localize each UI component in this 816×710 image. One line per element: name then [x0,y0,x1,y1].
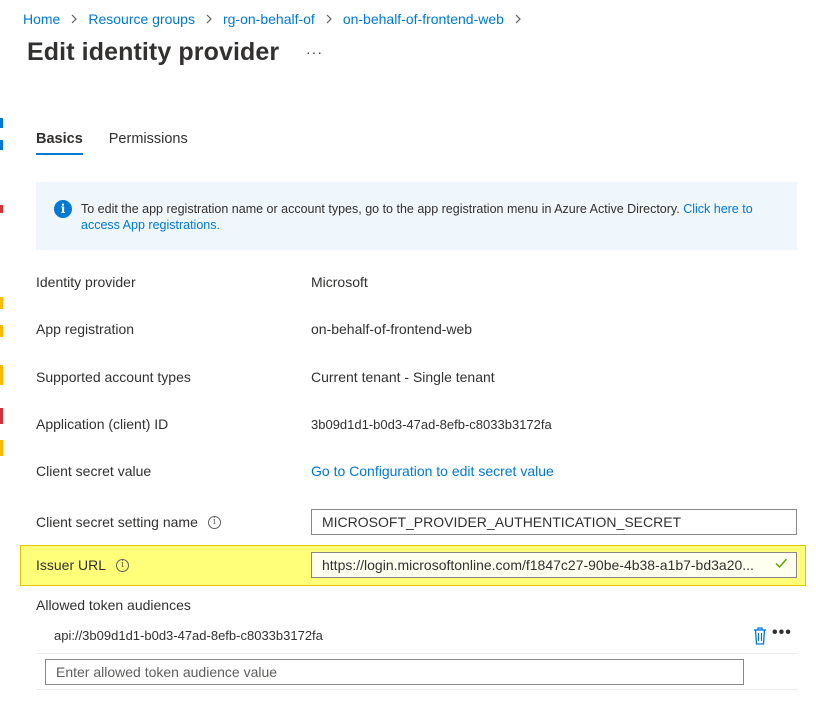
more-options-button[interactable]: ··· [306,44,323,60]
identity-provider-row: Identity provider Microsoft [36,272,797,292]
client-secret-setting-label-text: Client secret setting name [36,514,198,530]
breadcrumb-resource-group[interactable]: rg-on-behalf-of [223,11,315,27]
client-id-label: Application (client) ID [36,416,169,432]
left-edge-strip [0,0,5,710]
chevron-right-icon [325,14,333,24]
info-banner-message: To edit the app registration name or acc… [81,202,684,216]
app-registration-label: App registration [36,321,135,337]
allowed-audiences-label: Allowed token audiences [36,597,191,613]
issuer-url-value: https://login.microsoftonline.com/f1847c… [322,557,754,573]
tab-permissions[interactable]: Permissions [109,131,188,155]
client-id-value: 3b09d1d1-b0d3-47ad-8efb-c8033b3172fa [311,416,552,432]
info-tooltip-icon[interactable]: i [116,558,130,572]
client-secret-setting-label: Client secret setting name i [36,514,311,530]
audience-value: api://3b09d1d1-b0d3-47ad-8efb-c8033b3172… [54,628,323,643]
supported-account-types-value: Current tenant - Single tenant [311,369,495,385]
tab-basics[interactable]: Basics [36,131,83,155]
audience-input-placeholder: Enter allowed token audience value [56,664,278,680]
trash-icon[interactable] [752,626,768,646]
app-registration-value: on-behalf-of-frontend-web [311,321,473,337]
chevron-right-icon [514,14,522,24]
more-options-icon[interactable]: ••• [772,624,792,642]
tab-bar: Basics Permissions [36,131,214,155]
info-tooltip-icon[interactable]: i [207,515,221,529]
client-secret-value-row: Client secret value Go to Configuration … [36,461,797,481]
info-banner-text: To edit the app registration name or acc… [81,201,781,233]
page-title: Edit identity provider [27,38,280,66]
issuer-url-input[interactable]: https://login.microsoftonline.com/f1847c… [311,552,797,578]
info-banner: i To edit the app registration name or a… [36,182,797,250]
issuer-url-label-text: Issuer URL [36,557,107,573]
supported-account-types-row: Supported account types Current tenant -… [36,367,797,387]
app-registration-row: App registration on-behalf-of-frontend-w… [36,319,797,339]
issuer-url-label: Issuer URL i [36,557,311,573]
checkmark-icon [774,556,788,573]
client-id-row: Application (client) ID 3b09d1d1-b0d3-47… [36,414,797,434]
identity-provider-value: Microsoft [311,274,368,290]
chevron-right-icon [205,14,213,24]
info-icon: i [54,200,72,218]
edit-secret-link[interactable]: Go to Configuration to edit secret value [311,463,554,479]
breadcrumb-home[interactable]: Home [23,11,60,27]
breadcrumb-resource-groups[interactable]: Resource groups [88,11,195,27]
supported-account-types-label: Supported account types [36,369,191,385]
client-secret-setting-input[interactable]: MICROSOFT_PROVIDER_AUTHENTICATION_SECRET [311,509,797,535]
divider [36,689,797,690]
audience-input[interactable]: Enter allowed token audience value [45,659,744,685]
list-item: api://3b09d1d1-b0d3-47ad-8efb-c8033b3172… [36,624,797,654]
client-secret-value-label: Client secret value [36,463,152,479]
chevron-right-icon [70,14,78,24]
breadcrumb: Home Resource groups rg-on-behalf-of on-… [23,9,532,29]
breadcrumb-app[interactable]: on-behalf-of-frontend-web [343,11,504,27]
identity-provider-label: Identity provider [36,274,136,290]
